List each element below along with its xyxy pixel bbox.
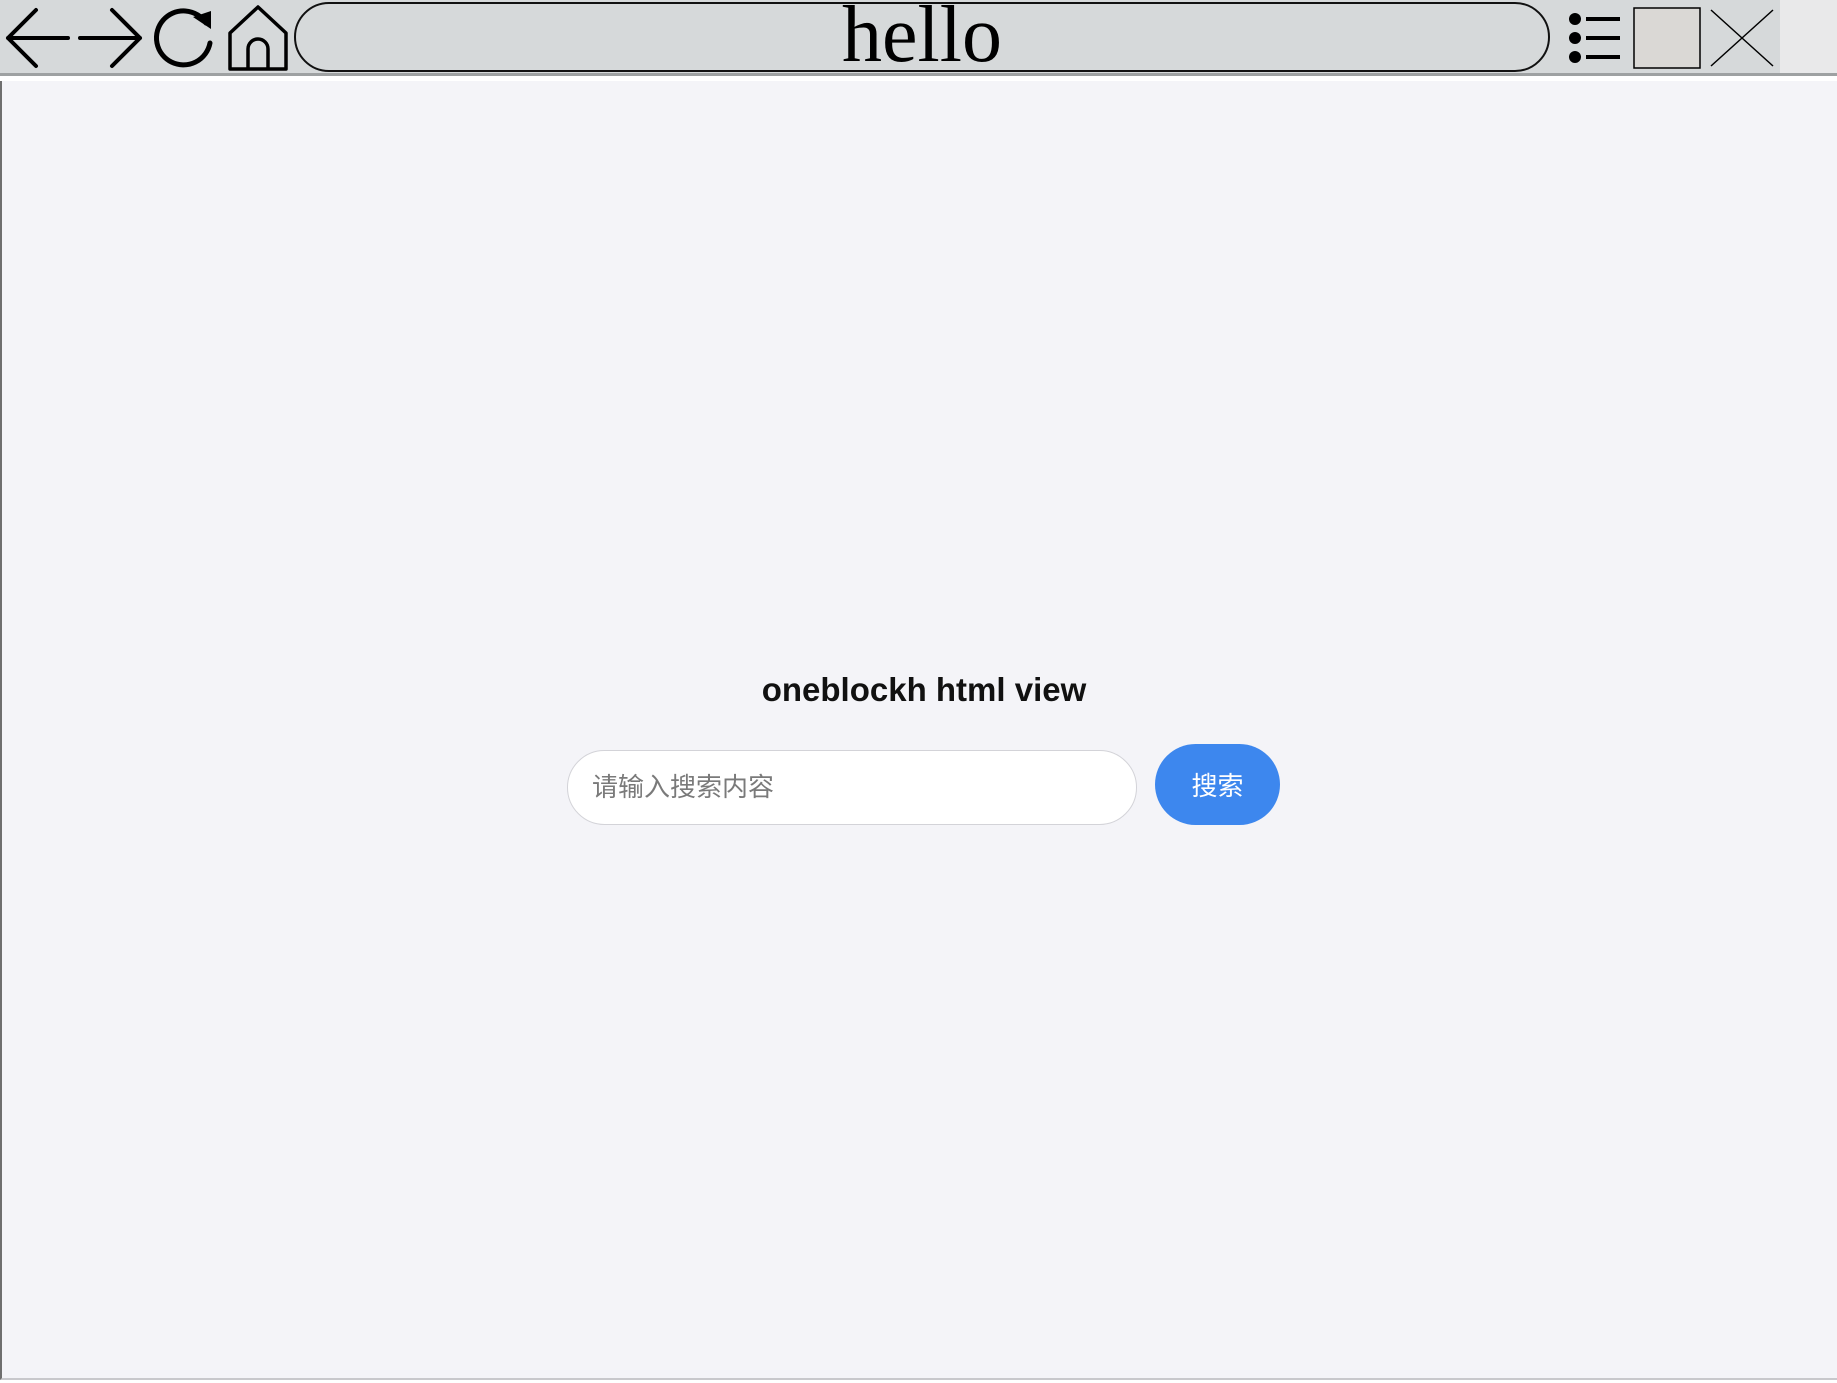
- close-icon: [1708, 7, 1776, 69]
- reload-button[interactable]: [148, 0, 220, 76]
- toolbar-spacer: [1780, 0, 1837, 73]
- maximize-button[interactable]: [1632, 0, 1702, 76]
- maximize-icon: [1633, 7, 1701, 69]
- address-text: hello: [842, 0, 1002, 79]
- browser-toolbar: hello: [0, 0, 1837, 76]
- list-menu-icon: [1568, 11, 1622, 65]
- menu-button[interactable]: [1560, 0, 1630, 76]
- arrow-left-icon: [2, 5, 72, 71]
- reload-icon: [151, 5, 217, 71]
- arrow-right-icon: [76, 5, 146, 71]
- close-button[interactable]: [1704, 0, 1780, 76]
- home-button[interactable]: [222, 0, 294, 76]
- address-bar[interactable]: hello: [294, 0, 1550, 79]
- page-content: oneblockh html view 搜索: [0, 81, 1837, 1380]
- home-icon: [226, 3, 290, 73]
- forward-button[interactable]: [74, 0, 148, 76]
- back-button[interactable]: [0, 0, 74, 76]
- search-input[interactable]: [567, 750, 1137, 825]
- page-title: oneblockh html view: [761, 671, 1087, 708]
- browser-window: hello oneblockh html view 请输入搜索内容 搜索: [0, 0, 1837, 1383]
- search-button[interactable]: 搜索: [1155, 744, 1280, 825]
